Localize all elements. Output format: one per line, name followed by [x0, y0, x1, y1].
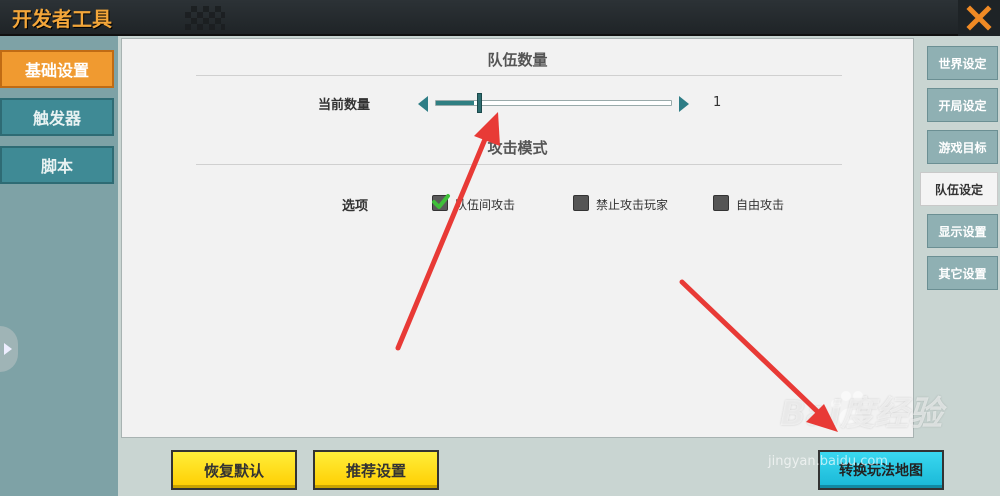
tab-start-settings[interactable]: 开局设定: [927, 88, 998, 122]
recommended-settings-button[interactable]: 推荐设置: [313, 450, 439, 490]
current-count-value: 1: [713, 95, 722, 110]
team-count-slider[interactable]: [435, 100, 672, 106]
tab-triggers[interactable]: 触发器: [0, 98, 114, 136]
team-count-title: 队伍数量: [487, 51, 548, 69]
close-icon: [966, 5, 992, 31]
tab-game-goal[interactable]: 游戏目标: [927, 130, 998, 164]
tab-team-settings[interactable]: 队伍设定: [920, 172, 998, 206]
slider-thumb[interactable]: [476, 93, 482, 113]
slider-fill: [436, 101, 474, 105]
free-attack-label[interactable]: 自由攻击: [736, 196, 784, 213]
tab-scripts[interactable]: 脚本: [0, 146, 114, 184]
no-player-attack-label[interactable]: 禁止攻击玩家: [596, 196, 668, 213]
tab-world-settings[interactable]: 世界设定: [927, 46, 998, 80]
divider: [196, 164, 842, 165]
settings-panel: 队伍数量 当前数量 1 攻击模式 选项 队伍间攻击 禁止攻击玩家 自由攻击: [121, 38, 914, 438]
gear-icon: [4, 343, 12, 355]
checkmark-icon: [432, 194, 450, 209]
title-decoration: [185, 6, 225, 30]
watermark-url: jingyan.baidu.com: [768, 454, 888, 469]
decrease-arrow-icon[interactable]: [418, 96, 428, 112]
divider: [196, 75, 842, 76]
team-attack-label[interactable]: 队伍间攻击: [455, 196, 515, 213]
window-title: 开发者工具: [12, 7, 112, 31]
left-sidebar: 基础设置 触发器 脚本: [0, 36, 118, 496]
tab-other-settings[interactable]: 其它设置: [927, 256, 998, 290]
tab-basic-settings[interactable]: 基础设置: [0, 50, 114, 88]
tab-display-settings[interactable]: 显示设置: [927, 214, 998, 248]
restore-default-button[interactable]: 恢复默认: [171, 450, 297, 490]
attack-mode-title: 攻击模式: [487, 139, 548, 157]
current-count-label: 当前数量: [318, 98, 371, 113]
free-attack-checkbox[interactable]: [713, 195, 729, 211]
side-handle[interactable]: [0, 326, 18, 372]
close-button[interactable]: [958, 0, 1000, 36]
team-attack-checkbox[interactable]: [432, 194, 450, 211]
title-bar: 开发者工具: [0, 0, 1000, 36]
no-player-attack-checkbox[interactable]: [573, 195, 589, 211]
increase-arrow-icon[interactable]: [679, 96, 689, 112]
watermark-brand: Bai度经验: [780, 394, 943, 434]
options-label: 选项: [342, 199, 369, 214]
